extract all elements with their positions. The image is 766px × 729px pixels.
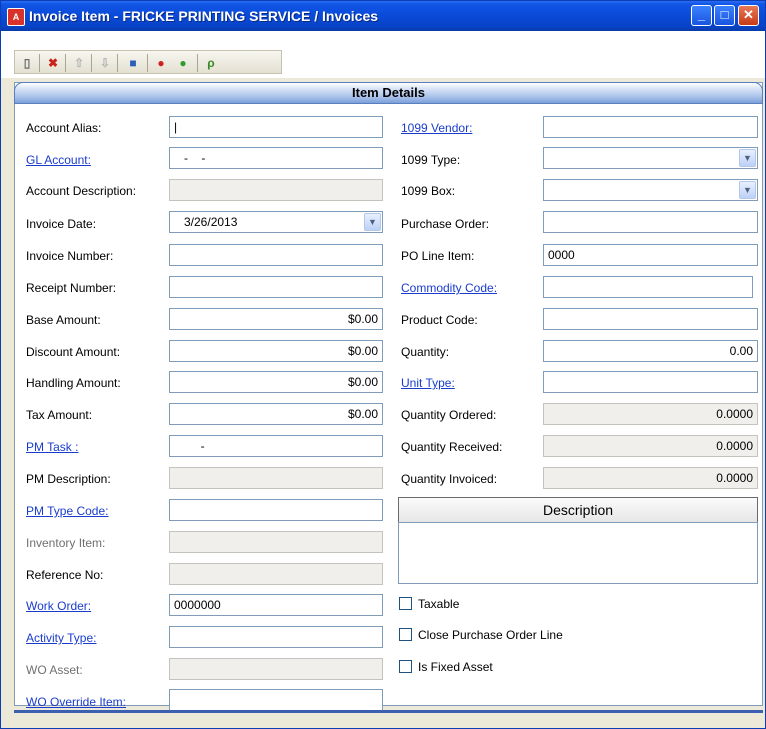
- quantity-received-field: 0.0000: [543, 435, 758, 457]
- receipt-number-input[interactable]: [169, 276, 383, 298]
- wo-override-item-input[interactable]: [169, 689, 383, 711]
- quantity-input[interactable]: 0.00: [543, 340, 758, 362]
- commodity-code-link[interactable]: Commodity Code:: [401, 281, 497, 295]
- lookup-icon[interactable]: ρ: [203, 55, 219, 71]
- toolbar-separator: [65, 54, 66, 72]
- discount-amount-input[interactable]: $0.00: [169, 340, 383, 362]
- handling-amount-label: Handling Amount:: [26, 376, 121, 390]
- inventory-item-field: [169, 531, 383, 553]
- maximize-button[interactable]: □: [714, 5, 735, 26]
- move-down-icon[interactable]: ⇩: [97, 55, 113, 71]
- minimize-button[interactable]: _: [691, 5, 712, 26]
- wo-override-item-link[interactable]: WO Override Item:: [26, 695, 126, 709]
- taxable-label: Taxable: [418, 597, 460, 611]
- type-1099-select[interactable]: ▼: [543, 147, 758, 169]
- pm-description-field: [169, 467, 383, 489]
- wo-asset-label: WO Asset:: [26, 663, 83, 677]
- description-textarea[interactable]: [398, 522, 758, 584]
- vendor-1099-link[interactable]: 1099 Vendor:: [401, 121, 472, 135]
- chevron-down-icon[interactable]: ▼: [739, 181, 756, 199]
- toolbar-separator: [147, 54, 148, 72]
- section-header-item-details: Item Details: [14, 82, 763, 104]
- title-bar[interactable]: A Invoice Item - FRICKE PRINTING SERVICE…: [1, 1, 765, 31]
- type-1099-label: 1099 Type:: [401, 153, 461, 167]
- activity-type-input[interactable]: [169, 626, 383, 648]
- product-code-input[interactable]: [543, 308, 758, 330]
- toolbar-separator: [197, 54, 198, 72]
- account-alias-label: Account Alias:: [26, 121, 102, 135]
- invoice-date-value: 3/26/2013: [184, 215, 238, 229]
- wo-asset-field: [169, 658, 383, 680]
- close-po-line-checkbox[interactable]: [399, 628, 412, 641]
- toolbar-separator: [117, 54, 118, 72]
- is-fixed-asset-label: Is Fixed Asset: [418, 660, 493, 674]
- quantity-received-label: Quantity Received:: [401, 440, 503, 454]
- receipt-number-label: Receipt Number:: [26, 281, 117, 295]
- item-details-panel: [14, 82, 763, 706]
- close-button[interactable]: ✕: [738, 5, 759, 26]
- activity-type-link[interactable]: Activity Type:: [26, 631, 96, 645]
- quantity-ordered-field: 0.0000: [543, 403, 758, 425]
- inventory-item-label: Inventory Item:: [26, 536, 106, 550]
- box-1099-select[interactable]: ▼: [543, 179, 758, 201]
- gl-account-input[interactable]: - -: [169, 147, 383, 169]
- toolbar-separator: [91, 54, 92, 72]
- app-icon: A: [7, 8, 25, 26]
- po-line-item-label: PO Line Item:: [401, 249, 475, 263]
- po-line-item-input[interactable]: 0000: [543, 244, 758, 266]
- invoice-number-input[interactable]: [169, 244, 383, 266]
- account-description-field: [169, 179, 383, 201]
- pm-description-label: PM Description:: [26, 472, 111, 486]
- toolbar: ▯ ✖ ⇧ ⇩ ■ ● ● ρ: [14, 50, 282, 74]
- discount-amount-label: Discount Amount:: [26, 345, 121, 359]
- handling-amount-input[interactable]: $0.00: [169, 371, 383, 393]
- stop-icon[interactable]: ●: [153, 55, 169, 71]
- chevron-down-icon[interactable]: ▼: [364, 213, 381, 231]
- work-order-link[interactable]: Work Order:: [26, 599, 91, 613]
- purchase-order-label: Purchase Order:: [401, 217, 490, 231]
- reference-no-label: Reference No:: [26, 568, 104, 582]
- quantity-invoiced-field: 0.0000: [543, 467, 758, 489]
- vendor-1099-input[interactable]: [543, 116, 758, 138]
- tax-amount-label: Tax Amount:: [26, 408, 93, 422]
- invoice-date-picker[interactable]: 3/26/2013 ▼: [169, 211, 383, 233]
- window-title: Invoice Item - FRICKE PRINTING SERVICE /…: [29, 8, 379, 24]
- unit-type-link[interactable]: Unit Type:: [401, 376, 455, 390]
- help-icon[interactable]: ●: [175, 55, 191, 71]
- pm-type-code-link[interactable]: PM Type Code:: [26, 504, 109, 518]
- pm-type-code-input[interactable]: [169, 499, 383, 521]
- new-document-icon[interactable]: ▯: [19, 55, 35, 71]
- pm-task-link[interactable]: PM Task :: [26, 440, 78, 454]
- is-fixed-asset-checkbox[interactable]: [399, 660, 412, 673]
- box-1099-label: 1099 Box:: [401, 184, 456, 198]
- invoice-number-label: Invoice Number:: [26, 249, 114, 263]
- base-amount-input[interactable]: $0.00: [169, 308, 383, 330]
- delete-icon[interactable]: ✖: [45, 55, 61, 71]
- tax-amount-input[interactable]: $0.00: [169, 403, 383, 425]
- quantity-ordered-label: Quantity Ordered:: [401, 408, 497, 422]
- chevron-down-icon[interactable]: ▼: [739, 149, 756, 167]
- close-po-line-label: Close Purchase Order Line: [418, 628, 563, 642]
- purchase-order-input[interactable]: [543, 211, 758, 233]
- description-header: Description: [398, 497, 758, 523]
- unit-type-input[interactable]: [543, 371, 758, 393]
- taxable-checkbox[interactable]: [399, 597, 412, 610]
- account-description-label: Account Description:: [26, 184, 137, 198]
- pm-task-input[interactable]: -: [169, 435, 383, 457]
- gl-account-link[interactable]: GL Account:: [26, 153, 91, 167]
- account-alias-input[interactable]: |: [169, 116, 383, 138]
- product-code-label: Product Code:: [401, 313, 478, 327]
- bottom-border: [14, 710, 763, 713]
- save-icon[interactable]: ■: [125, 55, 141, 71]
- quantity-invoiced-label: Quantity Invoiced:: [401, 472, 498, 486]
- reference-no-field: [169, 563, 383, 585]
- toolbar-separator: [39, 54, 40, 72]
- quantity-label: Quantity:: [401, 345, 450, 359]
- base-amount-label: Base Amount:: [26, 313, 101, 327]
- move-up-icon[interactable]: ⇧: [71, 55, 87, 71]
- invoice-date-label: Invoice Date:: [26, 217, 97, 231]
- commodity-code-input[interactable]: [543, 276, 753, 298]
- work-order-input[interactable]: 0000000: [169, 594, 383, 616]
